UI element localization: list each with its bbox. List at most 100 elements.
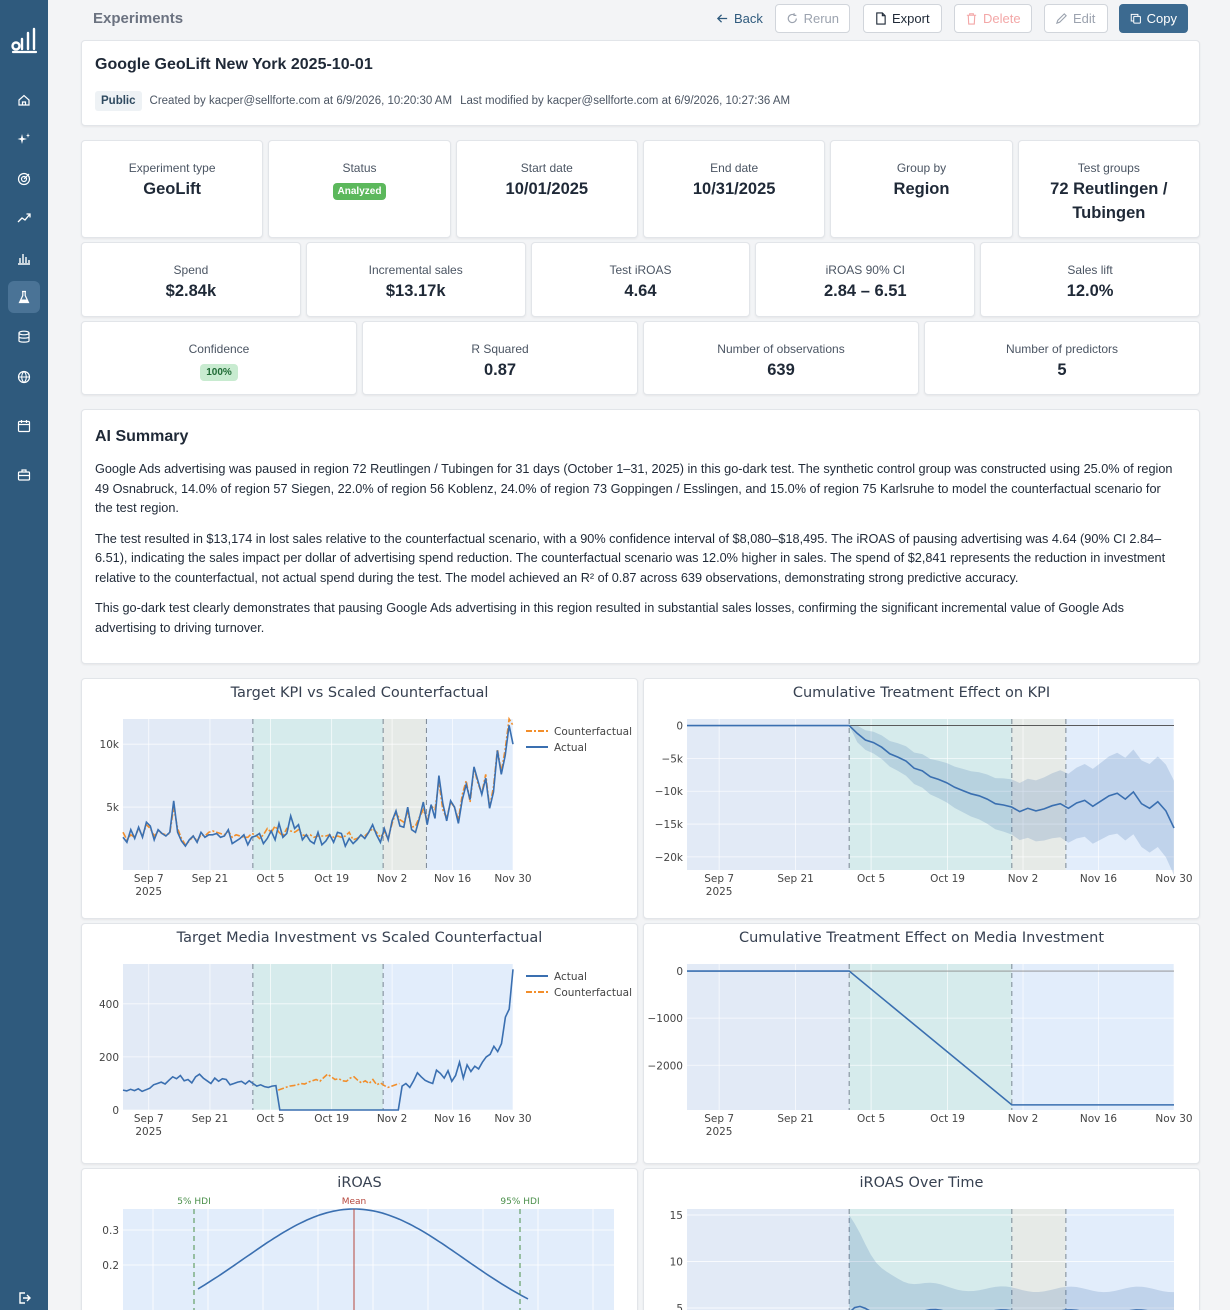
stat-label: Test iROAS (609, 263, 672, 277)
stat-value: 5 (1057, 361, 1067, 379)
annotation-label: Mean (342, 1197, 367, 1207)
x-tick-label: Oct 5 (857, 873, 885, 885)
annotation-label: 5% HDI (177, 1197, 211, 1207)
stat-value: 10/01/2025 (505, 180, 589, 198)
ai-summary-card: AI Summary Google Ads advertising was pa… (81, 409, 1200, 664)
trend-up-icon[interactable] (8, 202, 40, 234)
refresh-icon (787, 13, 797, 24)
copy-button[interactable]: Copy (1119, 4, 1188, 33)
stat-card-confidence: Confidence 100% (81, 321, 357, 395)
stat-label: Group by (896, 161, 947, 175)
x-tick-label: Nov 2 (1008, 1113, 1039, 1125)
chart-card-media: Target Media Investment vs Scaled Counte… (81, 923, 638, 1164)
summary-paragraph: Google Ads advertising was paused in reg… (95, 462, 1173, 515)
briefcase-icon[interactable] (8, 459, 40, 491)
y-tick-label: −15k (655, 819, 684, 831)
created-info: Created by kacper@sellforte.com at 6/9/2… (149, 95, 453, 107)
rerun-button[interactable]: Rerun (775, 4, 850, 33)
y-tick-label: 0 (676, 966, 683, 978)
stat-value: 4.64 (624, 282, 657, 300)
x-tick-label: Sep 21 (192, 1113, 229, 1125)
phase-band (687, 1209, 850, 1310)
stat-label: Sales lift (1067, 263, 1113, 277)
stat-value: 0.87 (483, 361, 517, 379)
y-tick-label: 0 (112, 1105, 119, 1117)
ai-summary-title: AI Summary (95, 428, 189, 445)
y-tick-label: 400 (99, 999, 119, 1011)
x-tick-label: Sep 21 (777, 1113, 814, 1125)
stat-label: Status (342, 161, 377, 175)
stat-card-spend: Spend $2.84k (81, 242, 301, 317)
back-button[interactable]: Back (705, 4, 774, 33)
export-button[interactable]: Export (863, 4, 942, 33)
delete-button[interactable]: Delete (954, 4, 1032, 33)
x-tick-label: Oct 5 (256, 1113, 284, 1125)
y-tick-label: 5k (106, 802, 120, 814)
stat-card-status: Status Analyzed (268, 140, 451, 238)
target-icon[interactable] (8, 163, 40, 195)
x-tick-label: Oct 5 (256, 873, 284, 885)
experiment-title: Google GeoLift New York 2025-10-01 (95, 56, 373, 73)
stat-card-test-iroas: Test iROAS 4.64 (530, 242, 751, 317)
modified-info: Last modified by kacper@sellforte.com at… (460, 95, 791, 107)
database-icon[interactable] (8, 321, 40, 353)
legend-label: Actual (554, 971, 587, 983)
x-tick-label: Sep 7 2025 (704, 873, 734, 898)
stat-label: R Squared (471, 342, 529, 356)
sparkles-icon[interactable] (8, 123, 40, 155)
chart-svg-cum_media: Sep 7 2025 Sep 21 Oct 5 Oct 19 Nov 2 Nov 16 Nov… (647, 964, 1193, 1138)
bar-chart-icon[interactable] (8, 242, 40, 274)
x-tick-label: Nov 2 (1008, 873, 1039, 885)
logout-icon[interactable] (8, 1282, 40, 1310)
app-logo-icon[interactable] (10, 24, 38, 56)
x-tick-label: Oct 5 (857, 1113, 885, 1125)
stat-label: Number of predictors (1005, 342, 1119, 356)
stat-label: Experiment type (128, 161, 216, 175)
stat-card-sales-lift: Sales lift 12.0% (980, 242, 1200, 317)
x-tick-label: Nov 16 (434, 1113, 472, 1125)
x-tick-label: Nov 16 (1080, 1113, 1118, 1125)
edit-button[interactable]: Edit (1044, 4, 1108, 33)
file-pdf-icon (876, 12, 886, 25)
ai-summary-body: Google Ads advertising was paused in reg… (95, 460, 1175, 649)
legend-label: Counterfactual (554, 987, 632, 999)
x-tick-label: Nov 30 (494, 1113, 531, 1125)
y-tick-label: 0 (676, 721, 683, 733)
copy-label: Copy (1146, 11, 1177, 26)
phase-band (1011, 964, 1174, 1110)
topbar: Experiments Back Rerun Export Delete Edi… (93, 0, 1201, 36)
stat-value: 2.84 – 6.51 (824, 282, 907, 300)
chart-svg-kpi: Sep 7 2025 Sep 21 Oct 5 Oct 19 Nov 2 Nov 16 Nov… (100, 716, 632, 898)
trash-icon (966, 13, 977, 25)
flask-icon[interactable] (8, 281, 40, 313)
y-tick-label: 200 (99, 1052, 119, 1064)
y-tick-label: −20k (655, 852, 684, 864)
stat-label: Confidence (188, 342, 250, 356)
stat-label: Spend (173, 263, 209, 277)
x-tick-label: Nov 30 (494, 873, 531, 885)
stat-label: Test groups (1077, 161, 1140, 175)
experiment-meta: Public Created by kacper@sellforte.com a… (95, 91, 790, 111)
x-tick-label: Sep 7 2025 (134, 1113, 164, 1138)
stat-card-number-of-predictors: Number of predictors 5 (924, 321, 1200, 395)
stat-value: 10/31/2025 (692, 180, 776, 198)
stat-value: 72 Reutlingen / Tubingen (1050, 180, 1168, 222)
phase-band (123, 964, 253, 1110)
chart-svg-iroas_dist: 0.2 0.3 5% HDI Mean 95% HDI (102, 1197, 614, 1310)
stat-label: End date (710, 161, 759, 175)
stat-card-r-squared: R Squared 0.87 (362, 321, 638, 395)
phase-band (687, 964, 850, 1110)
copy-icon (1130, 13, 1141, 24)
summary-paragraph: This go-dark test clearly demonstrates t… (95, 601, 1124, 635)
home-icon[interactable] (8, 84, 40, 116)
chart-svg-media: Sep 7 2025 Sep 21 Oct 5 Oct 19 Nov 2 Nov 16 Nov… (99, 964, 632, 1138)
x-tick-label: Nov 30 (1155, 1113, 1192, 1125)
chart-card-cum_media: Cumulative Treatment Effect on Media Inv… (643, 923, 1200, 1164)
phase-band (383, 964, 513, 1110)
globe-icon[interactable] (8, 361, 40, 393)
calendar-icon[interactable] (8, 410, 40, 442)
stat-value: 639 (767, 361, 795, 379)
edit-label: Edit (1073, 11, 1096, 26)
phase-band (426, 719, 513, 870)
export-label: Export (892, 11, 930, 26)
